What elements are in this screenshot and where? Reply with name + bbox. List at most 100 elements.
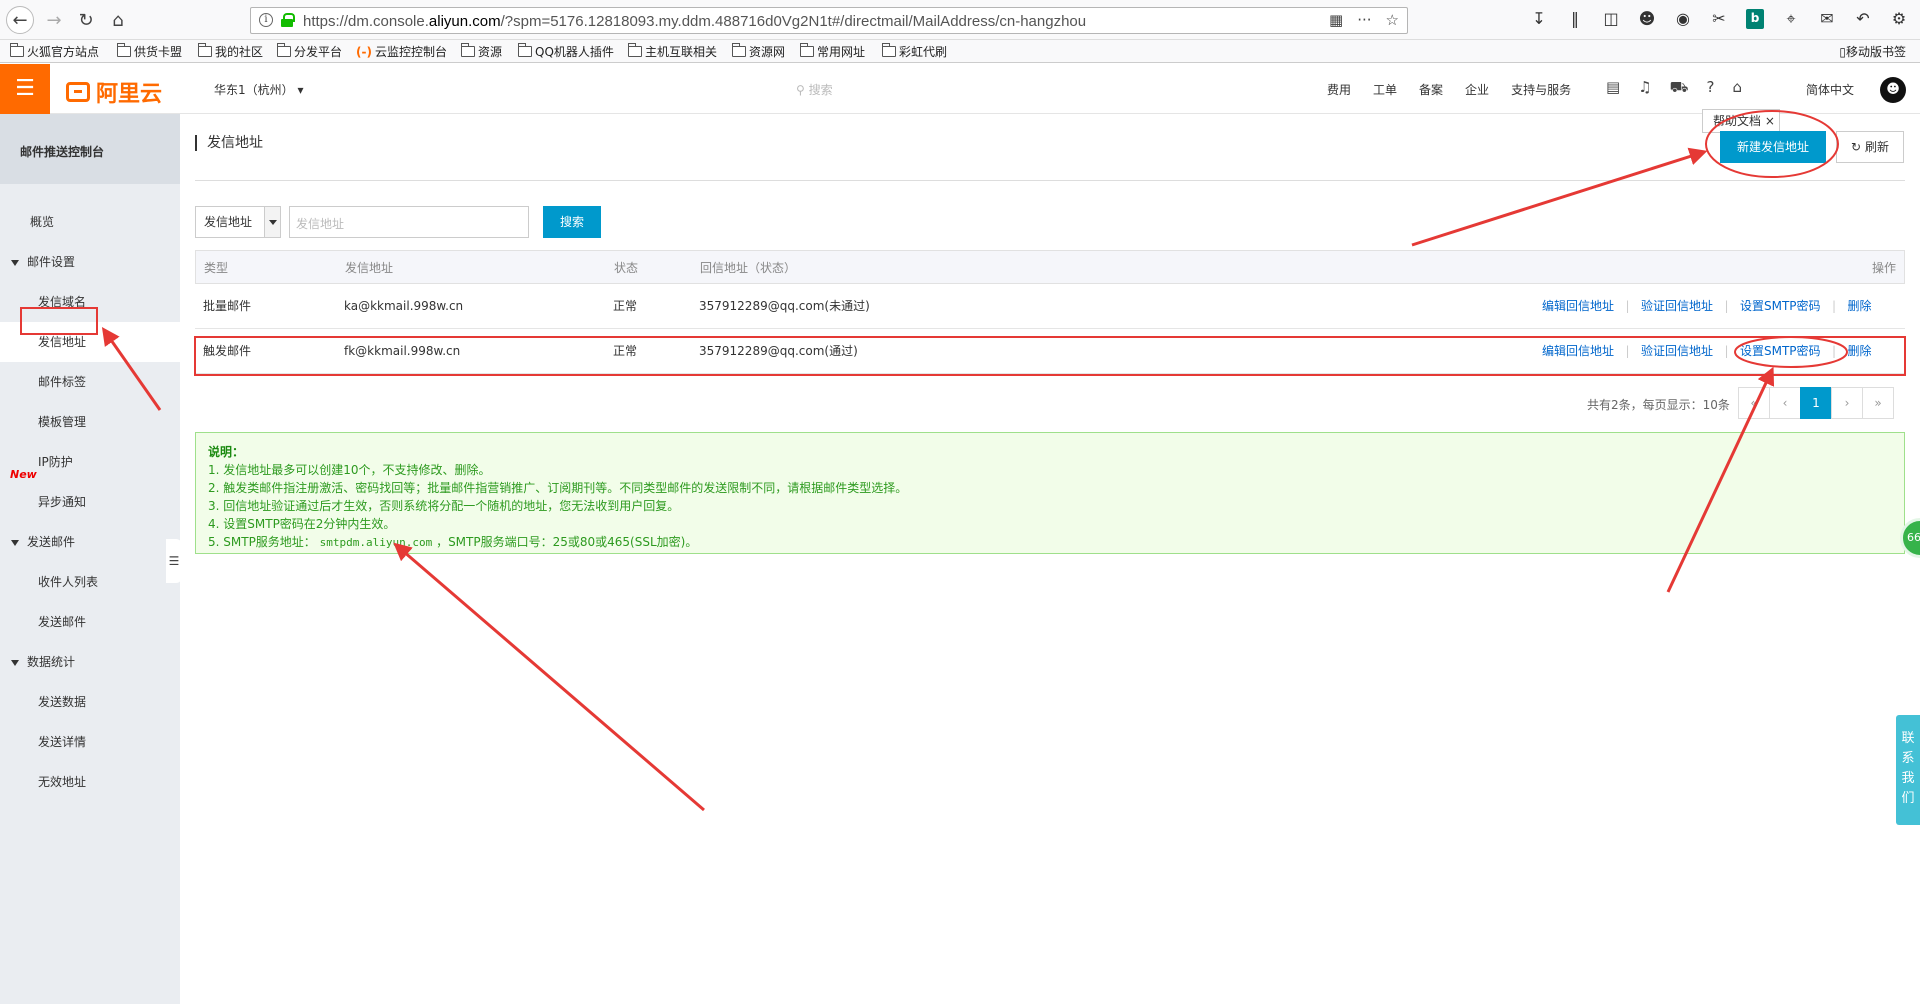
reload-icon[interactable]: ↻ [72, 6, 100, 34]
chat-icon[interactable]: ✉ [1818, 9, 1836, 29]
smtp-host: smtpdm.aliyun.com [319, 536, 433, 549]
sidebar-item-tags[interactable]: 邮件标签 [0, 362, 180, 402]
sidebar-item-send-data[interactable]: 发送数据 [0, 682, 180, 722]
sidebar-item-templates[interactable]: 模板管理 [0, 402, 180, 442]
nav-support[interactable]: 支持与服务 [1511, 81, 1571, 98]
main-content: 发信地址 帮助文档 × 新建发信地址 ↻ 刷新 发信地址 发信地址 搜索 类型 … [194, 109, 1906, 1004]
bookmark-item[interactable]: 我的社区 [198, 43, 263, 60]
forward-icon[interactable]: → [40, 6, 68, 34]
sidebar-icon[interactable]: ◫ [1602, 9, 1620, 29]
folder-icon [10, 43, 24, 57]
sidebar-group-mail-settings[interactable]: 邮件设置 [0, 242, 180, 282]
separator: | [1716, 299, 1737, 313]
settings-icon[interactable]: ⚙ [1890, 9, 1908, 29]
nav-enterprise[interactable]: 企业 [1465, 81, 1489, 98]
delete-link[interactable]: 删除 [1847, 299, 1871, 313]
top-search[interactable]: ⚲ 搜索 [796, 81, 833, 98]
bookmark-item[interactable]: (-) 云监控控制台 [356, 43, 447, 60]
page-last[interactable]: » [1862, 387, 1894, 419]
bing-icon[interactable]: b [1746, 9, 1764, 29]
sidebar-item-async-notify[interactable]: 异步通知 [0, 482, 180, 522]
library-icon[interactable]: ‖ [1566, 9, 1584, 29]
nav-icp[interactable]: 备案 [1419, 81, 1443, 98]
site-info-icon[interactable]: i [259, 13, 273, 27]
verify-reply-link[interactable]: 验证回信地址 [1641, 299, 1713, 313]
sidebar-item-send-mail[interactable]: 发送邮件 [0, 602, 180, 642]
search-button[interactable]: 搜索 [543, 206, 601, 238]
filter-input[interactable]: 发信地址 [289, 206, 529, 238]
table-row: 批量邮件 ka@kkmail.998w.cn 正常 357912289@qq.c… [195, 284, 1905, 329]
bookmark-item[interactable]: QQ机器人插件 [518, 43, 614, 60]
bookmark-item[interactable]: 资源 [461, 43, 502, 60]
dropdown-arrow-icon [264, 207, 280, 237]
note-line: 4. 设置SMTP密码在2分钟内生效。 [208, 517, 396, 531]
filter-type-select[interactable]: 发信地址 [195, 206, 281, 238]
notes-box: 说明： 1. 发信地址最多可以创建10个，不支持修改、删除。 2. 触发类邮件指… [195, 432, 1905, 554]
bell-icon[interactable]: ♫ [1638, 78, 1651, 98]
region-selector[interactable]: 华东1（杭州） ▾ [214, 81, 303, 98]
sidebar-item-recipients[interactable]: 收件人列表 [0, 562, 180, 602]
page-prev[interactable]: ‹ [1769, 387, 1801, 419]
bookmark-item[interactable]: 彩虹代刷 [882, 43, 947, 60]
address-bar[interactable]: i https://dm.console.aliyun.com/?spm=517… [250, 7, 1408, 34]
menu-icon[interactable]: ☰ [0, 64, 50, 114]
sidebar-group-stats[interactable]: 数据统计 [0, 642, 180, 682]
cell-reply: 357912289@qq.com(未通过) [699, 299, 870, 313]
help-doc-tooltip[interactable]: 帮助文档 × [1702, 109, 1780, 133]
page-1[interactable]: 1 [1800, 387, 1832, 419]
set-smtp-password-link[interactable]: 设置SMTP密码 [1740, 299, 1821, 313]
notes-title: 说明： [208, 445, 245, 459]
github-avatar[interactable]: ☻ [1880, 77, 1906, 103]
sidebar-item-send-details[interactable]: 发送详情 [0, 722, 180, 762]
mobile-bookmarks[interactable]: ▯移动版书签 [1839, 43, 1906, 60]
bookmark-item[interactable]: 常用网址 [800, 43, 865, 60]
bookmark-item[interactable]: 资源网 [732, 43, 785, 60]
sidebar-item-invalid-address[interactable]: 无效地址 [0, 762, 180, 802]
page-first[interactable]: « [1738, 387, 1770, 419]
new-sender-address-button[interactable]: 新建发信地址 [1720, 131, 1826, 163]
account-icon[interactable]: ☻ [1638, 9, 1656, 29]
bookmark-item[interactable]: 火狐官方站点 [10, 43, 99, 60]
more-actions-icon[interactable]: ··· [1357, 11, 1371, 29]
cell-address: ka@kkmail.998w.cn [344, 299, 464, 313]
help-icon[interactable]: ? [1707, 78, 1715, 98]
language-selector[interactable]: 简体中文 [1806, 81, 1854, 98]
folder-icon [800, 43, 814, 57]
download-icon[interactable]: ↧ [1530, 9, 1548, 29]
screenshot-icon[interactable]: ✂ [1710, 9, 1728, 29]
folder-icon [198, 43, 212, 57]
edit-reply-link[interactable]: 编辑回信地址 [1542, 299, 1614, 313]
undo-icon[interactable]: ↶ [1854, 9, 1872, 29]
sidebar-collapse-handle[interactable]: ☰ [166, 539, 182, 583]
home-icon[interactable]: ⌂ [104, 6, 132, 34]
bookmark-item[interactable]: 主机互联相关 [628, 43, 717, 60]
bookmark-item[interactable]: 分发平台 [277, 43, 342, 60]
home-icon[interactable]: ⌂ [1732, 78, 1742, 98]
page-next[interactable]: › [1831, 387, 1863, 419]
contact-us-tab[interactable]: 联 系 我 们 [1896, 715, 1920, 825]
extension-icon[interactable]: ◉ [1674, 9, 1692, 29]
separator: | [1824, 299, 1844, 313]
aliyun-logo[interactable]: 阿里云 [66, 76, 162, 108]
caret-down-icon [11, 259, 19, 266]
nav-billing[interactable]: 费用 [1327, 81, 1351, 98]
folder-icon [117, 43, 131, 57]
qr-code-icon[interactable]: ▦ [1329, 11, 1343, 29]
bookmark-star-icon[interactable]: ☆ [1386, 11, 1399, 29]
sidebar-item-overview[interactable]: 概览 [0, 202, 180, 242]
refresh-icon: ↻ [1851, 140, 1862, 154]
header-reply: 回信地址（状态） [700, 261, 797, 275]
refresh-button[interactable]: ↻ 刷新 [1836, 131, 1904, 163]
terminal-icon[interactable]: ▤ [1606, 78, 1620, 98]
console-topbar: ☰ 阿里云 华东1（杭州） ▾ ⚲ 搜索 费用 工单 备案 企业 支持与服务 ▤… [0, 64, 1920, 114]
url-text[interactable]: https://dm.console.aliyun.com/?spm=5176.… [303, 13, 1086, 30]
browser-toolbar: ← → ↻ ⌂ i https://dm.console.aliyun.com/… [0, 0, 1920, 40]
cart-icon[interactable]: ⛟ [1670, 78, 1689, 98]
table-header: 类型 发信地址 状态 回信地址（状态） 操作 [195, 250, 1905, 284]
crop-icon[interactable]: ⌖ [1782, 9, 1800, 29]
sidebar-group-send[interactable]: 发送邮件 [0, 522, 180, 562]
note-line: 5. SMTP服务地址： smtpdm.aliyun.com ，SMTP服务端口… [208, 535, 698, 549]
back-icon[interactable]: ← [6, 6, 34, 34]
nav-ticket[interactable]: 工单 [1373, 81, 1397, 98]
bookmark-item[interactable]: 供货卡盟 [117, 43, 182, 60]
